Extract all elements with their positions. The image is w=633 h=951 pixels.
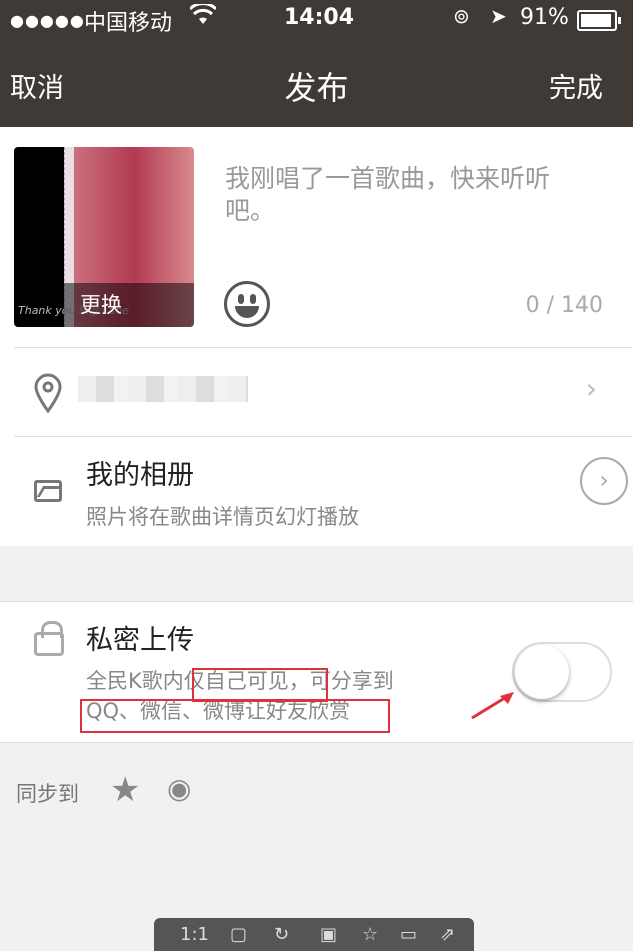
private-toggle[interactable] (512, 642, 612, 702)
save-icon[interactable]: ▣ (320, 924, 337, 945)
photo-icon (34, 480, 62, 502)
arrow-circle-icon[interactable]: › (580, 457, 628, 505)
location-row[interactable]: › (0, 348, 633, 437)
char-counter: 0 / 140 (525, 293, 603, 318)
toggle-knob (515, 645, 569, 699)
location-arrow-icon: ➤ (490, 4, 507, 28)
battery-percent: 91% (520, 5, 569, 30)
wifi-icon (188, 2, 218, 32)
done-button[interactable]: 完成 (549, 66, 603, 105)
device-icon[interactable]: ▭ (400, 924, 417, 945)
fit-icon[interactable]: ▢ (230, 924, 247, 945)
caption-input[interactable]: 我刚唱了一首歌曲，快来听听吧。 (225, 163, 575, 227)
share-icon[interactable]: ⇗ (440, 924, 455, 945)
carrier-name: 中国移动 (84, 11, 173, 36)
sync-label: 同步到 (16, 782, 79, 806)
change-cover-button[interactable]: 更换 (64, 283, 194, 327)
chevron-right-icon: › (585, 372, 597, 405)
status-bar: ●●●●● 中国移动 14:04 ⊚ ➤ 91% (0, 0, 633, 40)
highlight-box (192, 668, 328, 702)
location-pin-icon (34, 373, 62, 421)
album-subtitle: 照片将在歌曲详情页幻灯播放 (86, 505, 359, 529)
zoom-label[interactable]: 1:1 (180, 924, 209, 945)
album-title: 我的相册 (86, 460, 194, 491)
viewer-toolbar: 1:1 ▢ ↻ ▣ ☆ ▭ ⇗ (154, 918, 474, 951)
lock-icon (34, 621, 64, 656)
top-bar: ●●●●● 中国移动 14:04 ⊚ ➤ 91% 取消 发布 完成 (0, 0, 633, 127)
private-title: 私密上传 (86, 625, 194, 656)
compose-card: Thank you Sky Lane 更换 我刚唱了一首歌曲，快来听听吧。 0 … (0, 127, 633, 546)
emoji-icon[interactable] (224, 281, 270, 327)
private-upload-card: 私密上传 全民K歌内仅自己可见，可分享到 QQ、微信、微博让好友欣赏 (0, 601, 633, 743)
battery-icon (577, 10, 621, 31)
favorite-icon[interactable]: ☆ (362, 924, 378, 945)
rotation-lock-icon: ⊚ (453, 4, 470, 28)
weibo-icon[interactable]: ◉ (167, 772, 191, 805)
location-text-blurred (78, 376, 248, 402)
page-title: 发布 (284, 69, 349, 107)
rotate-icon[interactable]: ↻ (274, 924, 289, 945)
highlight-box (80, 699, 390, 733)
qzone-star-icon[interactable]: ★ (110, 770, 140, 810)
clock: 14:04 (284, 5, 355, 30)
signal-strength: ●●●●● (10, 11, 85, 30)
album-row[interactable]: 我的相册 照片将在歌曲详情页幻灯播放 › (0, 437, 633, 546)
cover-image[interactable]: Thank you Sky Lane 更换 (14, 147, 194, 327)
red-arrow-icon (471, 692, 514, 720)
